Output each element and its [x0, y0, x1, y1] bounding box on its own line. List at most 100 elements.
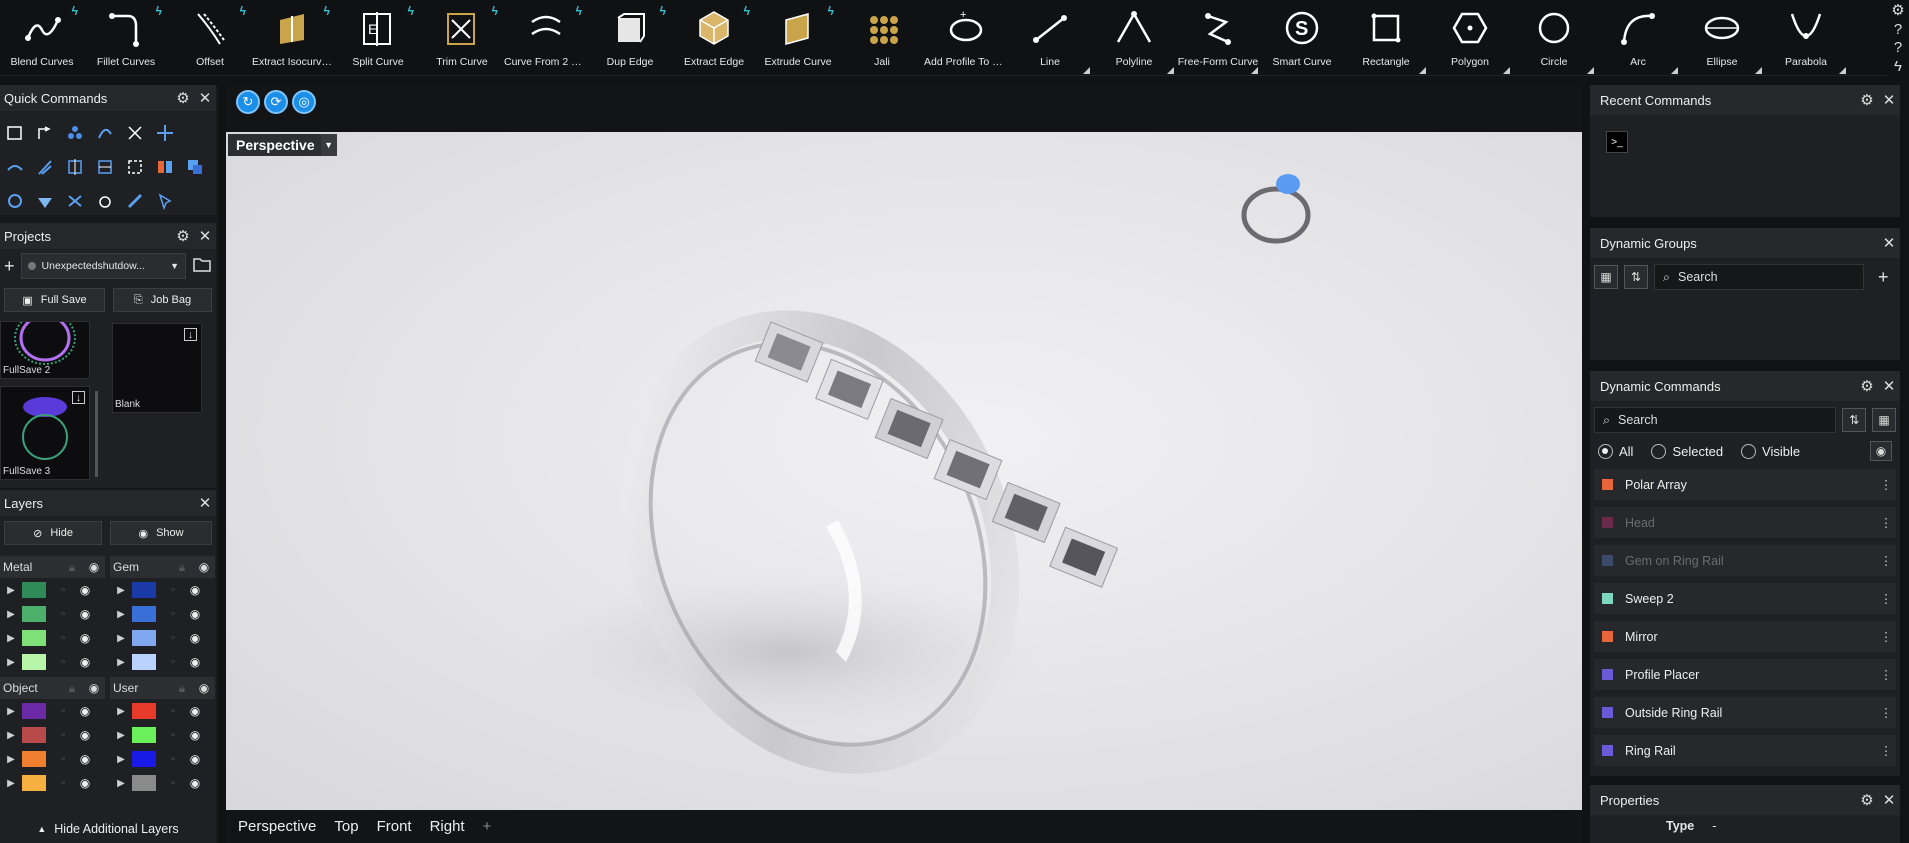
- tool-parabola[interactable]: Parabola: [1764, 0, 1848, 76]
- layer-color-swatch[interactable]: [22, 703, 46, 719]
- expand-corner-icon[interactable]: [1503, 67, 1510, 74]
- dynamic-groups-search[interactable]: ⌕ Search: [1654, 264, 1864, 290]
- quick-more-icon-2[interactable]: [180, 185, 210, 217]
- mirror-icon[interactable]: [150, 151, 180, 183]
- sort-icon[interactable]: ⇅: [1842, 408, 1867, 432]
- lock-icon[interactable]: ▫: [52, 729, 74, 741]
- tool-arc[interactable]: Arc: [1596, 0, 1680, 76]
- lock-icon[interactable]: ▫: [162, 632, 184, 644]
- eye-icon[interactable]: ◉: [184, 752, 206, 766]
- eye-icon[interactable]: ◉: [184, 728, 206, 742]
- render-icon[interactable]: ◎: [292, 90, 316, 114]
- hide-layers-button[interactable]: ⊘ Hide: [4, 521, 103, 545]
- move-icon[interactable]: [150, 117, 180, 149]
- lock-icon[interactable]: ▫: [162, 705, 184, 717]
- pencil-icon[interactable]: [120, 185, 150, 217]
- tool-add-profile[interactable]: + Add Profile To Libr...: [924, 0, 1008, 76]
- project-thumb[interactable]: ↓ Blank: [112, 323, 202, 413]
- tool-dup-edge[interactable]: Dup Edge ϟ: [588, 0, 672, 76]
- lock-icon[interactable]: ▫: [162, 608, 184, 620]
- layer-row[interactable]: ▶ ▫ ◉: [110, 723, 215, 747]
- lock-icon[interactable]: ▫: [162, 584, 184, 596]
- layer-row[interactable]: ▶ ▫ ◉: [0, 626, 105, 650]
- tab-front[interactable]: Front: [377, 818, 412, 835]
- eye-icon[interactable]: ◉: [193, 560, 215, 574]
- split-view-icon[interactable]: [90, 151, 120, 183]
- eye-icon[interactable]: ◉: [74, 728, 96, 742]
- lock-icon[interactable]: 🔒︎: [171, 560, 193, 575]
- layer-color-swatch[interactable]: [22, 582, 46, 598]
- sort-icon[interactable]: ⇅: [1624, 265, 1648, 289]
- tool-rectangle[interactable]: Rectangle: [1344, 0, 1428, 76]
- expand-arrow-icon[interactable]: ▶: [0, 633, 22, 644]
- close-icon[interactable]: ✕: [194, 227, 216, 245]
- lock-icon[interactable]: ▫: [162, 656, 184, 668]
- calculator-icon[interactable]: ▦: [1872, 408, 1896, 432]
- kebab-menu-icon[interactable]: ⋮: [1876, 553, 1896, 568]
- tool-fillet-curves[interactable]: Fillet Curves ϟ: [84, 0, 168, 76]
- layer-row[interactable]: ▶ ▫ ◉: [0, 747, 105, 771]
- expand-arrow-icon[interactable]: ▶: [110, 633, 132, 644]
- dynamic-command-item[interactable]: Head ⋮: [1594, 507, 1896, 538]
- tool-line[interactable]: Line: [1008, 0, 1092, 76]
- folder-icon[interactable]: [192, 255, 212, 278]
- tool-circle[interactable]: Circle: [1512, 0, 1596, 76]
- projects-scrollbar[interactable]: [95, 391, 98, 477]
- layer-color-swatch[interactable]: [22, 727, 46, 743]
- lock-icon[interactable]: 🔒︎: [61, 560, 83, 575]
- filter-selected[interactable]: Selected: [1651, 443, 1723, 459]
- close-icon[interactable]: ✕: [1878, 91, 1900, 109]
- eye-icon[interactable]: ◉: [74, 704, 96, 718]
- tool-extract-isocurve[interactable]: Extract Isocurve Fr... ϟ: [252, 0, 336, 76]
- eye-icon[interactable]: ◉: [74, 655, 96, 669]
- terminal-icon[interactable]: >_: [1606, 131, 1628, 153]
- 3d-viewport[interactable]: Perspective ▼: [226, 132, 1582, 810]
- layer-color-swatch[interactable]: [132, 630, 156, 646]
- lock-icon[interactable]: ▫: [162, 753, 184, 765]
- layer-color-swatch[interactable]: [132, 582, 156, 598]
- lock-icon[interactable]: ▫: [52, 777, 74, 789]
- expand-arrow-icon[interactable]: ▶: [110, 609, 132, 620]
- help-icon[interactable]: ?: [1894, 21, 1902, 38]
- layer-color-swatch[interactable]: [22, 775, 46, 791]
- eye-icon[interactable]: ◉: [184, 607, 206, 621]
- layer-row[interactable]: ▶ ▫ ◉: [0, 699, 105, 723]
- expand-arrow-icon[interactable]: ▶: [110, 657, 132, 668]
- eye-icon[interactable]: ◉: [74, 631, 96, 645]
- layer-row[interactable]: ▶ ▫ ◉: [110, 578, 215, 602]
- tab-perspective[interactable]: Perspective: [238, 818, 316, 835]
- ring-icon[interactable]: [90, 185, 120, 217]
- expand-arrow-icon[interactable]: ▶: [0, 730, 22, 741]
- gear-icon[interactable]: ⚙: [172, 89, 194, 107]
- lock-icon[interactable]: ▫: [52, 584, 74, 596]
- layer-group-header[interactable]: User 🔒︎ ◉: [110, 677, 215, 699]
- lock-icon[interactable]: ▫: [162, 729, 184, 741]
- eye-icon[interactable]: ◉: [74, 752, 96, 766]
- gear-icon[interactable]: ⚙: [1856, 791, 1878, 809]
- quick-more-icon[interactable]: [180, 117, 210, 149]
- cluster-icon[interactable]: [60, 117, 90, 149]
- kebab-menu-icon[interactable]: ⋮: [1876, 515, 1896, 530]
- expand-arrow-icon[interactable]: ▶: [0, 754, 22, 765]
- help-alt-icon[interactable]: ?: [1894, 39, 1902, 56]
- layer-color-swatch[interactable]: [132, 751, 156, 767]
- dashed-box-icon[interactable]: [120, 151, 150, 183]
- snap-icon[interactable]: [0, 151, 30, 183]
- eye-icon[interactable]: ◉: [184, 704, 206, 718]
- layer-row[interactable]: ▶ ▫ ◉: [110, 626, 215, 650]
- layer-group-header[interactable]: Object 🔒︎ ◉: [0, 677, 105, 699]
- close-icon[interactable]: ✕: [194, 89, 216, 107]
- expand-corner-icon[interactable]: [1755, 67, 1762, 74]
- expand-corner-icon[interactable]: [1167, 67, 1174, 74]
- view-cube-ring-icon[interactable]: [1241, 174, 1311, 244]
- tool-extrude-curve[interactable]: Extrude Curve ϟ: [756, 0, 840, 76]
- lock-icon[interactable]: 🔒︎: [61, 681, 83, 696]
- tab-top[interactable]: Top: [334, 818, 358, 835]
- expand-corner-icon[interactable]: [1083, 67, 1090, 74]
- dynamic-command-item[interactable]: Outside Ring Rail ⋮: [1594, 697, 1896, 728]
- expand-corner-icon[interactable]: [1671, 67, 1678, 74]
- kebab-menu-icon[interactable]: ⋮: [1876, 477, 1896, 492]
- kebab-menu-icon[interactable]: ⋮: [1876, 629, 1896, 644]
- gear-icon[interactable]: ⚙: [1856, 377, 1878, 395]
- dynamic-command-item[interactable]: Polar Array ⋮: [1594, 469, 1896, 500]
